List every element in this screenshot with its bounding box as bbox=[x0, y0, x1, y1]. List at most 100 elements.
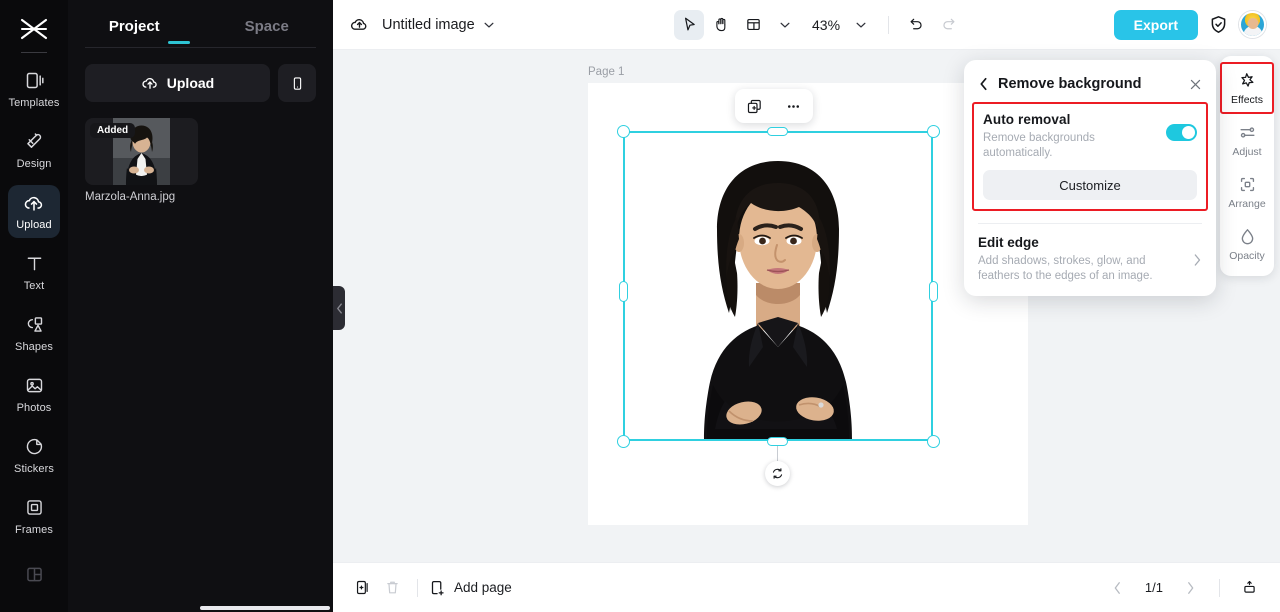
sidebar-item-shapes[interactable]: Shapes bbox=[8, 307, 60, 360]
resize-handle-bottom-left[interactable] bbox=[617, 435, 630, 448]
edit-edge-description: Add shadows, strokes, glow, and feathers… bbox=[978, 255, 1153, 283]
upload-row: Upload bbox=[68, 48, 333, 102]
toggle-knob bbox=[1182, 126, 1195, 139]
bottom-divider bbox=[417, 578, 418, 597]
frames-icon bbox=[23, 497, 45, 519]
opacity-droplet-icon bbox=[1238, 227, 1257, 246]
asset-list: Added Marzola-Anna.jpg bbox=[68, 102, 333, 203]
sidebar-item-text[interactable]: Text bbox=[8, 246, 60, 299]
upload-button[interactable]: Upload bbox=[85, 64, 270, 102]
document-title[interactable]: Untitled image bbox=[382, 17, 475, 33]
capcut-logo-icon[interactable] bbox=[14, 10, 54, 48]
add-page-button[interactable]: Add page bbox=[428, 579, 512, 597]
project-panel: Project Space Upload Added Marzola-Anna.… bbox=[68, 0, 333, 612]
list-item[interactable]: Added Marzola-Anna.jpg bbox=[85, 118, 198, 203]
bottom-divider-right bbox=[1219, 578, 1220, 597]
sidebar-label: Shapes bbox=[15, 340, 53, 353]
undo-button[interactable] bbox=[901, 10, 931, 40]
sidebar-item-stickers[interactable]: Stickers bbox=[8, 429, 60, 482]
right-rail-item-adjust[interactable]: Adjust bbox=[1220, 114, 1274, 166]
text-icon bbox=[23, 253, 45, 275]
resize-handle-top-right[interactable] bbox=[927, 125, 940, 138]
resize-handle-top-center[interactable] bbox=[767, 127, 788, 136]
sidebar-item-templates[interactable]: Templates bbox=[8, 63, 60, 116]
next-page-button[interactable] bbox=[1175, 573, 1205, 603]
right-rail-item-opacity[interactable]: Opacity bbox=[1220, 218, 1274, 270]
mobile-upload-button[interactable] bbox=[278, 64, 316, 102]
resize-handle-bottom-center[interactable] bbox=[767, 437, 788, 446]
layout-tool-button[interactable] bbox=[738, 10, 768, 40]
export-button[interactable]: Export bbox=[1113, 9, 1198, 40]
sidebar-label: Photos bbox=[16, 401, 52, 414]
tab-active-indicator bbox=[168, 41, 190, 44]
right-rail-item-effects[interactable]: Effects bbox=[1220, 62, 1274, 114]
asset-file-name: Marzola-Anna.jpg bbox=[85, 191, 176, 203]
duplicate-page-button[interactable] bbox=[347, 573, 377, 603]
auto-removal-toggle[interactable] bbox=[1166, 124, 1197, 141]
duplicate-layer-button[interactable] bbox=[742, 93, 768, 119]
right-rail-label: Effects bbox=[1231, 93, 1263, 106]
asset-thumbnail[interactable]: Added bbox=[85, 118, 198, 185]
layout-panel-icon bbox=[745, 16, 762, 33]
edit-edge-row[interactable]: Edit edge Add shadows, strokes, glow, an… bbox=[964, 224, 1216, 286]
delete-page-button[interactable] bbox=[377, 573, 407, 603]
sidebar-item-photos[interactable]: Photos bbox=[8, 368, 60, 421]
rail-divider bbox=[21, 51, 47, 53]
resize-handle-middle-right[interactable] bbox=[929, 281, 938, 302]
shield-check-icon[interactable] bbox=[1208, 14, 1229, 35]
cloud-sync-icon[interactable] bbox=[349, 14, 370, 35]
right-rail-label: Opacity bbox=[1229, 249, 1265, 262]
popover-title: Remove background bbox=[998, 76, 1142, 92]
hand-tool-button[interactable] bbox=[706, 10, 736, 40]
expand-timeline-button[interactable] bbox=[1234, 573, 1264, 603]
select-tool-button[interactable] bbox=[674, 9, 704, 40]
resize-handle-bottom-right[interactable] bbox=[927, 435, 940, 448]
customize-button[interactable]: Customize bbox=[983, 170, 1197, 201]
panel-collapse-button[interactable] bbox=[333, 286, 345, 330]
right-rail: Effects Adjust Arrange Opacity bbox=[1220, 56, 1274, 276]
chevron-down-icon bbox=[779, 19, 791, 31]
zoom-level-value[interactable]: 43% bbox=[812, 17, 840, 33]
duplicate-plus-icon bbox=[746, 98, 763, 115]
close-icon[interactable] bbox=[1189, 78, 1202, 91]
rotate-handle[interactable] bbox=[765, 461, 790, 486]
sidebar-item-frames[interactable]: Frames bbox=[8, 490, 60, 543]
remove-background-panel: Remove background Auto removal Remove ba… bbox=[964, 60, 1216, 297]
auto-removal-highlight: Auto removal Remove backgrounds automati… bbox=[972, 102, 1208, 212]
topbar-right-group: Export bbox=[1113, 9, 1266, 40]
page-navigation: 1/1 bbox=[1103, 573, 1264, 603]
redo-button[interactable] bbox=[933, 10, 963, 40]
effects-sparkle-icon bbox=[1238, 71, 1257, 90]
resize-handle-middle-left[interactable] bbox=[619, 281, 628, 302]
zoom-dropdown-button[interactable] bbox=[846, 10, 876, 40]
tab-space[interactable]: Space bbox=[201, 10, 334, 47]
resize-handle-top-left[interactable] bbox=[617, 125, 630, 138]
more-options-button[interactable] bbox=[781, 93, 807, 119]
scrollbar-thumb[interactable] bbox=[200, 606, 330, 610]
chevron-left-icon bbox=[336, 302, 343, 314]
redo-arrow-icon bbox=[940, 16, 957, 33]
right-rail-label: Arrange bbox=[1228, 197, 1266, 210]
layout-dropdown-button[interactable] bbox=[770, 10, 800, 40]
edit-edge-title: Edit edge bbox=[978, 235, 1039, 251]
left-rail: Templates Design Upload Text Shapes Phot… bbox=[0, 0, 68, 612]
chevron-down-icon[interactable] bbox=[483, 19, 495, 31]
back-button[interactable] bbox=[978, 77, 989, 91]
auto-removal-title: Auto removal bbox=[983, 112, 1071, 127]
sidebar-item-design[interactable]: Design bbox=[8, 124, 60, 177]
right-rail-item-arrange[interactable]: Arrange bbox=[1220, 166, 1274, 218]
hand-icon bbox=[713, 16, 730, 33]
canvas-tools: 43% bbox=[674, 9, 963, 40]
sidebar-label: Frames bbox=[15, 523, 53, 536]
panel-horizontal-scrollbar[interactable] bbox=[69, 606, 332, 610]
upload-button-label: Upload bbox=[166, 75, 215, 91]
page-indicator: 1/1 bbox=[1144, 580, 1163, 595]
object-float-toolbar bbox=[735, 89, 813, 123]
sidebar-item-upload[interactable]: Upload bbox=[8, 184, 60, 238]
sidebar-item-layout[interactable] bbox=[8, 551, 60, 604]
expand-timeline-icon bbox=[1241, 579, 1258, 596]
toolbar-divider bbox=[888, 15, 890, 34]
previous-page-button[interactable] bbox=[1103, 573, 1133, 603]
user-avatar[interactable] bbox=[1239, 11, 1266, 38]
duplicate-page-icon bbox=[354, 579, 371, 596]
